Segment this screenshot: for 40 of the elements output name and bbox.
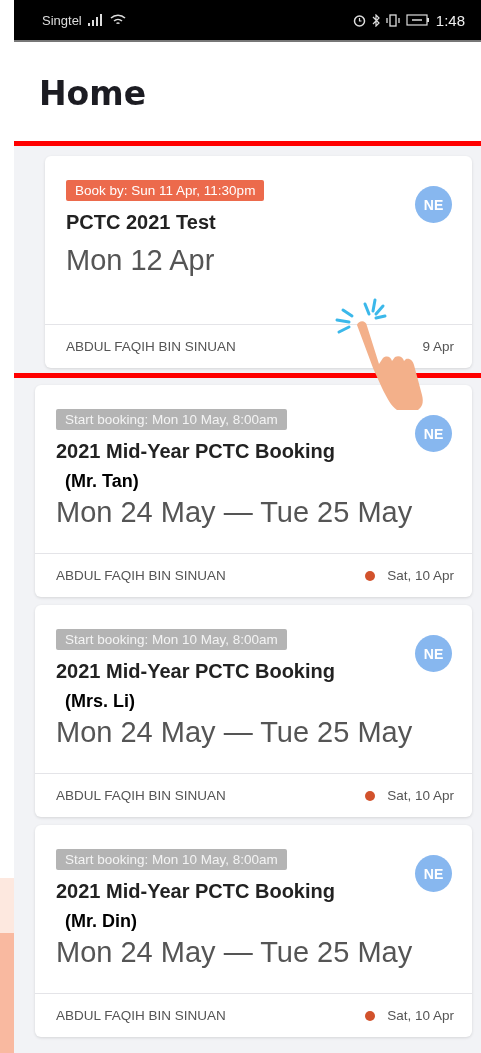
- updated-date: Sat, 10 Apr: [387, 568, 454, 583]
- owner-name: ABDUL FAQIH BIN SINUAN: [56, 568, 226, 583]
- event-date: Mon 24 May — Tue 25 May: [56, 936, 413, 969]
- card-title: 2021 Mid-Year PCTC Booking: [56, 660, 335, 683]
- wifi-icon: [109, 14, 126, 26]
- card-title: PCTC 2021 Test: [66, 211, 216, 234]
- signal-icon: [87, 14, 104, 26]
- teacher-note: (Mrs. Li): [65, 691, 135, 712]
- booking-card[interactable]: Book by: Sun 11 Apr, 11:30pm PCTC 2021 Test Mon 12 Apr NE ABDUL FAQIH BIN SINUAN 9 Apr: [45, 156, 472, 368]
- booking-tag: Start booking: Mon 10 May, 8:00am: [56, 849, 287, 870]
- avatar: NE: [415, 855, 452, 892]
- booking-tag: Book by: Sun 11 Apr, 11:30pm: [66, 180, 265, 201]
- card-title: 2021 Mid-Year PCTC Booking: [56, 880, 335, 903]
- booking-card[interactable]: Start booking: Mon 10 May, 8:00am 2021 Mid-Year PCTC Booking (Mr. Tan) Mon 24 May — Tue 25 May NE ABDUL FAQIH BIN SINUAN Sat, 10 Apr: [35, 385, 472, 597]
- battery-icon: [405, 14, 430, 26]
- vibrate-icon: [385, 13, 400, 27]
- avatar: NE: [415, 415, 452, 452]
- avatar: NE: [415, 635, 452, 672]
- teacher-note: (Mr. Din): [65, 911, 137, 932]
- updated-date: Sat, 10 Apr: [387, 1008, 454, 1023]
- booking-tag: Start booking: Mon 10 May, 8:00am: [56, 629, 287, 650]
- event-date: Mon 24 May — Tue 25 May: [56, 716, 413, 749]
- owner-name: ABDUL FAQIH BIN SINUAN: [56, 1008, 226, 1023]
- teacher-note: (Mr. Tan): [65, 471, 139, 492]
- page-title: Home: [39, 73, 147, 113]
- bluetooth-icon: [371, 13, 380, 27]
- card-title: 2021 Mid-Year PCTC Booking: [56, 440, 335, 463]
- booking-tag: Start booking: Mon 10 May, 8:00am: [56, 409, 287, 430]
- avatar: NE: [415, 186, 452, 223]
- updated-date: 9 Apr: [422, 339, 454, 354]
- owner-name: ABDUL FAQIH BIN SINUAN: [66, 339, 236, 354]
- updated-date: Sat, 10 Apr: [387, 788, 454, 803]
- alarm-icon: [352, 13, 366, 27]
- event-date: Mon 24 May — Tue 25 May: [56, 496, 413, 529]
- clock-time: 1:48: [435, 11, 465, 29]
- carrier-name: Singtel: [42, 12, 82, 28]
- booking-card[interactable]: Start booking: Mon 10 May, 8:00am 2021 Mid-Year PCTC Booking (Mr. Din) Mon 24 May — Tue 25 May NE ABDUL FAQIH BIN SINUAN Sat, 10 Apr: [35, 825, 472, 1037]
- owner-name: ABDUL FAQIH BIN SINUAN: [56, 788, 226, 803]
- event-date: Mon 12 Apr: [66, 244, 215, 277]
- booking-card[interactable]: Start booking: Mon 10 May, 8:00am 2021 Mid-Year PCTC Booking (Mrs. Li) Mon 24 May — Tue 25 May NE ABDUL FAQIH BIN SINUAN Sat, 10 Apr: [35, 605, 472, 817]
